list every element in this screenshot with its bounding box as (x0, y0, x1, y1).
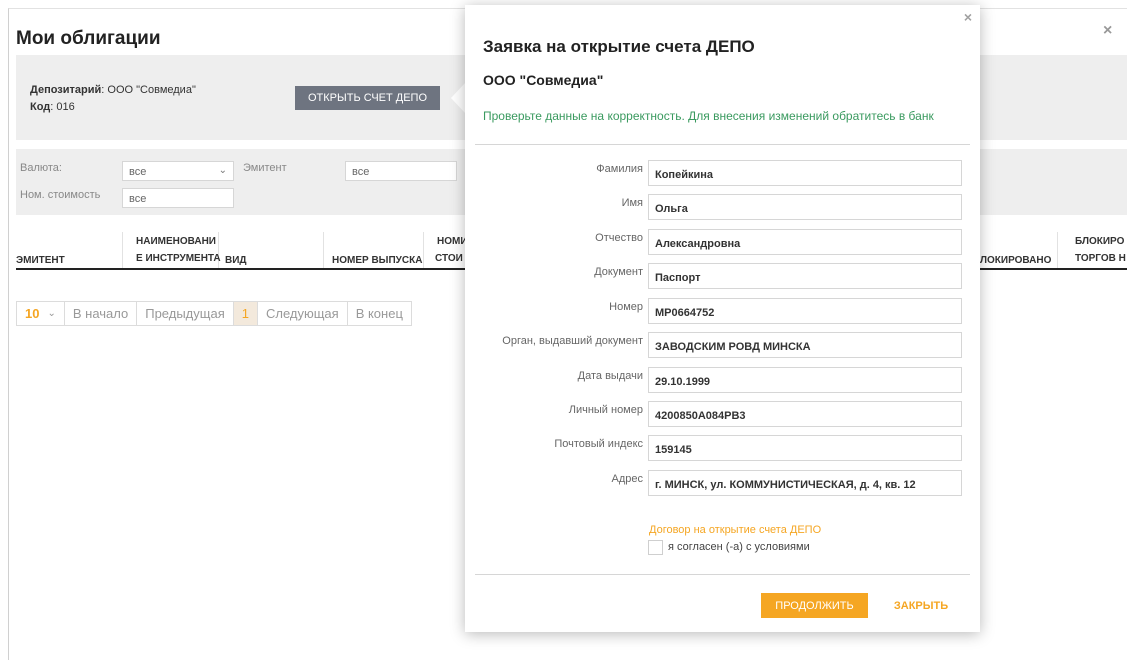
field-label: Личный номер (568, 404, 643, 416)
depository-value: : ООО "Совмедиа" (101, 84, 196, 96)
agreement-link[interactable]: Договор на открытие счета ДЕПО (649, 524, 821, 536)
modal-divider-bottom (475, 574, 970, 575)
pager-last-button[interactable]: В конец (346, 301, 412, 326)
column-separator (423, 232, 424, 268)
modal-pointer-arrow (451, 82, 466, 114)
col-header-nominal-1[interactable]: НОМИ (437, 234, 468, 249)
col-header-trade-blocked-2[interactable]: ТОРГОВ Н (1075, 251, 1126, 266)
col-header-type[interactable]: ВИД (225, 253, 247, 268)
field-row-first-name: Имя Ольга (465, 194, 980, 220)
open-depo-account-button[interactable]: ОТКРЫТЬ СЧЕТ ДЕПО (295, 86, 440, 110)
column-separator (323, 232, 324, 268)
col-header-issue-number[interactable]: НОМЕР ВЫПУСКА (332, 253, 422, 268)
field-label: Номер (609, 301, 643, 313)
column-separator (122, 232, 123, 268)
address-field[interactable]: г. МИНСК, ул. КОММУНИСТИЧЕСКАЯ, д. 4, кв… (648, 470, 962, 496)
personal-number-field[interactable]: 4200850A084PB3 (648, 401, 962, 427)
modal-organization: ООО "Совмедиа" (483, 72, 604, 88)
modal-title: Заявка на открытие счета ДЕПО (483, 37, 755, 56)
agreement-checkbox-label[interactable]: я согласен (-а) с условиями (668, 541, 810, 553)
first-name-field[interactable]: Ольга (648, 194, 962, 220)
field-label: Орган, выдавший документ (502, 335, 643, 347)
col-header-nominal-2[interactable]: СТОИ (435, 251, 463, 266)
last-name-field[interactable]: Копейкина (648, 160, 962, 186)
nominal-input[interactable]: все (122, 188, 234, 208)
page-close-icon[interactable]: × (1103, 22, 1112, 40)
chevron-down-icon: ⌄ (218, 165, 227, 176)
document-field[interactable]: Паспорт (648, 263, 962, 289)
depository-code: Код: 016 (30, 101, 75, 113)
pager-first-button[interactable]: В начало (63, 301, 138, 326)
issuer-input[interactable]: все (345, 161, 457, 181)
field-label: Документ (594, 266, 643, 278)
col-header-instrument-name-1[interactable]: НАИМЕНОВАНИ (136, 234, 216, 249)
field-label: Дата выдачи (577, 370, 643, 382)
field-label: Отчество (595, 232, 643, 244)
modal-verification-note: Проверьте данные на корректность. Для вн… (483, 109, 934, 123)
pager-current-page[interactable]: 1 (232, 301, 258, 326)
col-header-instrument-name-2[interactable]: Е ИНСТРУМЕНТА (136, 251, 221, 266)
page-size-value: 10 (25, 306, 40, 321)
modal-divider-top (475, 144, 970, 145)
depository-info: Депозитарий: ООО "Совмедиа" (30, 84, 196, 96)
field-row-document: Документ Паспорт (465, 263, 980, 289)
currency-label: Валюта: (20, 162, 62, 174)
column-separator (1057, 232, 1058, 268)
agreement-checkbox[interactable] (648, 539, 663, 555)
field-row-personal-number: Личный номер 4200850A084PB3 (465, 401, 980, 427)
pager-next-button[interactable]: Следующая (256, 301, 348, 326)
page-title: Мои облигации (16, 28, 161, 49)
nominal-label: Ном. стоимость (20, 189, 101, 201)
field-label: Имя (621, 197, 643, 209)
currency-select[interactable]: все ⌄ (122, 161, 234, 181)
chevron-down-icon: ⌄ (47, 308, 56, 319)
patronymic-field[interactable]: Александровна (648, 229, 962, 255)
issuer-input-value: все (352, 166, 370, 178)
nominal-input-value: все (129, 193, 147, 205)
agreement-row: я согласен (-а) с условиями (648, 539, 810, 555)
continue-button[interactable]: ПРОДОЛЖИТЬ (761, 593, 868, 618)
col-header-blocked[interactable]: ЛОКИРОВАНО (980, 253, 1051, 268)
issuing-authority-field[interactable]: ЗАВОДСКИМ РОВД МИНСКА (648, 332, 962, 358)
field-row-address: Адрес г. МИНСК, ул. КОММУНИСТИЧЕСКАЯ, д.… (465, 470, 980, 496)
field-row-issue-date: Дата выдачи 29.10.1999 (465, 367, 980, 393)
currency-select-value: все (129, 166, 147, 178)
code-label: Код (30, 101, 51, 113)
postal-code-field[interactable]: 159145 (648, 435, 962, 461)
pagination: 10 ⌄ В начало Предыдущая 1 Следующая В к… (16, 301, 412, 326)
col-header-trade-blocked-1[interactable]: БЛОКИРО (1075, 234, 1124, 249)
field-row-document-number: Номер MP0664752 (465, 298, 980, 324)
issuer-label: Эмитент (243, 162, 287, 174)
field-label: Адрес (611, 473, 644, 485)
field-row-postal-code: Почтовый индекс 159145 (465, 435, 980, 461)
field-label: Почтовый индекс (554, 438, 643, 450)
field-label: Фамилия (596, 163, 643, 175)
modal-close-icon[interactable]: × (964, 9, 972, 25)
document-number-field[interactable]: MP0664752 (648, 298, 962, 324)
depository-label: Депозитарий (30, 84, 102, 96)
issue-date-field[interactable]: 29.10.1999 (648, 367, 962, 393)
pager-prev-button[interactable]: Предыдущая (136, 301, 234, 326)
field-row-issuing-authority: Орган, выдавший документ ЗАВОДСКИМ РОВД … (465, 332, 980, 358)
field-row-last-name: Фамилия Копейкина (465, 160, 980, 186)
code-value: : 016 (50, 101, 75, 113)
col-header-issuer[interactable]: ЭМИТЕНТ (16, 253, 65, 268)
open-depo-account-modal: × Заявка на открытие счета ДЕПО ООО "Сов… (465, 5, 980, 632)
page-size-select[interactable]: 10 ⌄ (16, 301, 65, 326)
field-row-patronymic: Отчество Александровна (465, 229, 980, 255)
close-button[interactable]: ЗАКРЫТЬ (889, 593, 953, 618)
